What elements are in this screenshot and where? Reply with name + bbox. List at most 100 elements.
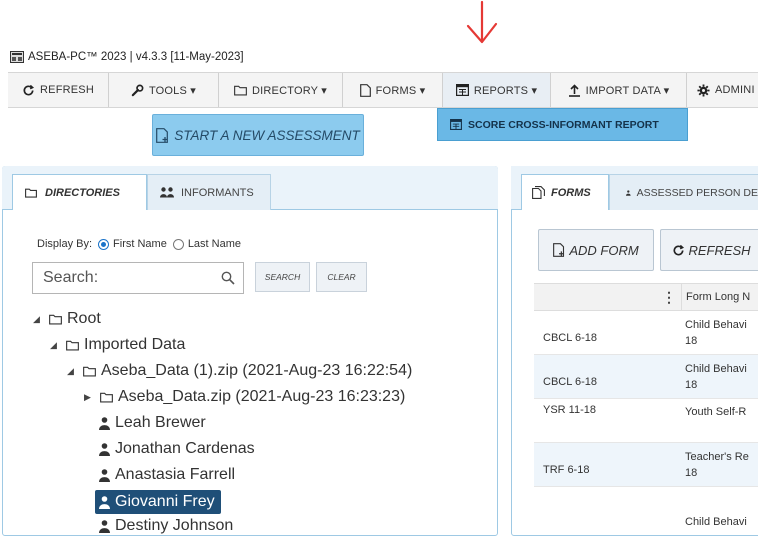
collapse-triangle-icon[interactable]: ▶ bbox=[84, 392, 92, 403]
first-name-label: First Name bbox=[113, 238, 167, 250]
start-new-assessment-button[interactable]: START A NEW ASSESSMENT bbox=[152, 114, 364, 156]
score-cross-informant-report-menu-item[interactable]: SCORE CROSS-INFORMANT REPORT bbox=[437, 108, 688, 141]
person-icon bbox=[626, 189, 631, 196]
form-long-name-cell: Youth Self-R bbox=[685, 406, 747, 418]
admin-menu-button[interactable]: ADMINI bbox=[687, 73, 758, 107]
person-icon bbox=[99, 468, 110, 482]
table-row[interactable]: CBCL 6-18 Child Behavi 18 bbox=[534, 311, 758, 355]
tree-node-person[interactable]: Leah Brewer bbox=[99, 414, 206, 432]
refresh-icon bbox=[673, 244, 685, 255]
users-icon bbox=[160, 187, 174, 198]
forms-label: FORMS ▾ bbox=[375, 84, 426, 97]
tree-node-label: Aseba_Data.zip (2021-Aug-23 16:23:23) bbox=[118, 388, 406, 405]
search-input[interactable]: Search: bbox=[32, 262, 244, 294]
forms-menu-button[interactable]: FORMS ▾ bbox=[343, 73, 443, 107]
reports-label: REPORTS ▾ bbox=[473, 84, 538, 97]
tree-node-root[interactable]: ◢ Root bbox=[33, 310, 101, 328]
person-name: Leah Brewer bbox=[115, 414, 206, 431]
tab-directories[interactable]: DIRECTORIES bbox=[12, 174, 147, 210]
import-data-menu-button[interactable]: IMPORT DATA ▾ bbox=[551, 73, 687, 107]
gear-icon bbox=[697, 83, 710, 97]
refresh-forms-button[interactable]: REFRESH bbox=[660, 229, 758, 271]
tree-node-label: Root bbox=[67, 310, 101, 327]
refresh-forms-label: REFRESH bbox=[688, 242, 751, 258]
display-by-options: Display By: First Name Last Name bbox=[37, 238, 241, 250]
person-icon bbox=[99, 442, 110, 456]
folder-icon bbox=[25, 188, 37, 198]
tab-informants[interactable]: INFORMANTS bbox=[147, 174, 271, 210]
directory-label: DIRECTORY ▾ bbox=[252, 84, 327, 97]
red-arrow-annotation bbox=[466, 0, 498, 44]
person-name: Anastasia Farrell bbox=[115, 466, 236, 483]
admin-label: ADMINI bbox=[715, 84, 755, 96]
tools-menu-button[interactable]: TOOLS ▾ bbox=[109, 73, 219, 107]
tree-node-person[interactable]: Jonathan Cardenas bbox=[99, 440, 255, 458]
forms-grid-header: ⋮ Form Long N bbox=[534, 283, 758, 311]
form-name-cell: CBCL 6-18 bbox=[543, 376, 598, 388]
expand-triangle-icon[interactable]: ◢ bbox=[33, 314, 41, 325]
window-title-text: ASEBA-PC™ 2023 | v4.3.3 [11-May-2023] bbox=[28, 51, 244, 63]
folder-icon bbox=[100, 392, 113, 403]
form-long-name-cell: Child Behavi 18 bbox=[685, 319, 747, 347]
table-row[interactable]: YSR 11-18 Youth Self-R bbox=[534, 399, 758, 443]
person-name: Destiny Johnson bbox=[115, 517, 234, 534]
tab-assessed-person[interactable]: ASSESSED PERSON DE bbox=[609, 174, 758, 210]
column-header-form-long-name[interactable]: Form Long N bbox=[681, 284, 750, 310]
add-form-button[interactable]: ADD FORM bbox=[538, 229, 654, 271]
tree-node-person[interactable]: Destiny Johnson bbox=[99, 517, 233, 535]
app-icon bbox=[10, 51, 24, 63]
tab-directories-label: DIRECTORIES bbox=[45, 186, 120, 199]
new-document-icon bbox=[553, 243, 565, 257]
form-long-name-cell: Teacher's Re 18 bbox=[685, 451, 749, 479]
folder-icon bbox=[234, 85, 247, 96]
tree-node-label: Aseba_Data (1).zip (2021-Aug-23 16:22:54… bbox=[101, 362, 413, 379]
person-icon bbox=[99, 416, 110, 430]
new-document-icon bbox=[156, 127, 169, 143]
refresh-button[interactable]: REFRESH bbox=[8, 73, 109, 107]
tree-node-imported-data[interactable]: ◢ Imported Data bbox=[50, 336, 185, 354]
table-row[interactable]: Child Behavi bbox=[534, 487, 758, 531]
import-data-label: IMPORT DATA ▾ bbox=[585, 84, 670, 97]
column-menu-icon[interactable]: ⋮ bbox=[662, 289, 676, 306]
form-long-name-cell: Child Behavi bbox=[685, 516, 747, 528]
report-icon bbox=[455, 84, 469, 96]
tree-node-person[interactable]: Anastasia Farrell bbox=[99, 466, 235, 484]
tab-assessed-person-label: ASSESSED PERSON DE bbox=[636, 186, 758, 199]
form-long-name-cell: Child Behavi 18 bbox=[685, 363, 747, 391]
wrench-icon bbox=[131, 84, 144, 96]
report-icon bbox=[450, 119, 462, 130]
table-row[interactable]: TRF 6-18 Teacher's Re 18 bbox=[534, 443, 758, 487]
expand-triangle-icon[interactable]: ◢ bbox=[50, 340, 58, 351]
search-button[interactable]: SEARCH bbox=[255, 262, 310, 292]
expand-triangle-icon[interactable]: ◢ bbox=[67, 366, 75, 377]
tab-informants-label: INFORMANTS bbox=[181, 186, 254, 199]
display-by-label: Display By: bbox=[37, 238, 93, 250]
person-name: Jonathan Cardenas bbox=[115, 440, 255, 457]
table-row[interactable]: CBCL 6-18 Child Behavi 18 bbox=[534, 355, 758, 399]
tree-node-zip-1[interactable]: ◢ Aseba_Data (1).zip (2021-Aug-23 16:22:… bbox=[67, 362, 412, 380]
first-name-radio[interactable] bbox=[98, 238, 110, 250]
person-name: Giovanni Frey bbox=[115, 493, 215, 510]
tab-forms[interactable]: FORMS bbox=[521, 174, 609, 210]
refresh-icon bbox=[23, 84, 35, 95]
window-title: ASEBA-PC™ 2023 | v4.3.3 [11-May-2023] bbox=[10, 48, 244, 66]
tree-node-person-selected[interactable]: Giovanni Frey bbox=[95, 490, 221, 514]
clear-button[interactable]: CLEAR bbox=[316, 262, 367, 292]
search-button-label: SEARCH bbox=[264, 272, 301, 282]
tools-label: TOOLS ▾ bbox=[148, 84, 197, 97]
last-name-radio[interactable] bbox=[172, 238, 184, 250]
directory-menu-button[interactable]: DIRECTORY ▾ bbox=[219, 73, 343, 107]
form-name-cell: CBCL 6-18 bbox=[543, 332, 598, 344]
refresh-label: REFRESH bbox=[40, 84, 94, 96]
form-name-cell: TRF 6-18 bbox=[543, 464, 590, 476]
reports-menu-button[interactable]: REPORTS ▾ bbox=[443, 73, 551, 107]
documents-icon bbox=[532, 186, 545, 199]
tab-forms-label: FORMS bbox=[551, 186, 591, 199]
search-icon bbox=[221, 271, 235, 285]
clear-button-label: CLEAR bbox=[327, 272, 356, 282]
form-name-cell: YSR 11-18 bbox=[543, 404, 596, 416]
main-toolbar: REFRESH TOOLS ▾ DIRECTORY ▾ FORMS ▾ REPO… bbox=[8, 72, 758, 108]
tree-node-zip-2[interactable]: ▶ Aseba_Data.zip (2021-Aug-23 16:23:23) bbox=[84, 388, 405, 406]
folder-icon bbox=[83, 366, 96, 377]
folder-icon bbox=[49, 314, 62, 325]
